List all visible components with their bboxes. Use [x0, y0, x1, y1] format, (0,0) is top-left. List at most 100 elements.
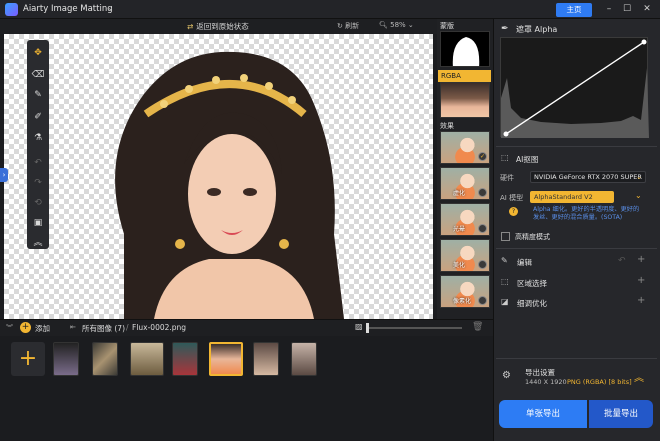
- check-icon: ✓: [478, 152, 487, 161]
- brush-tool-icon[interactable]: ✎: [31, 88, 45, 102]
- image-thumbnail[interactable]: [130, 342, 164, 376]
- image-thumbnail[interactable]: [172, 342, 198, 376]
- refine-icon: ◪: [501, 297, 509, 306]
- revert-button[interactable]: ⇄ 返回到原始状态: [187, 21, 249, 32]
- export-size: 1440 X 1920: [525, 378, 567, 386]
- eraser-tool-icon[interactable]: ⌫: [31, 68, 45, 82]
- undo-icon[interactable]: ↶: [31, 156, 45, 170]
- tool-palette: ✥ ⌫ ✎ ✐ ⚗ ↶ ↷ ⟲ ▣ ︽: [27, 40, 49, 249]
- radio-icon: [478, 224, 487, 233]
- chevron-down-icon[interactable]: ⌄: [107, 3, 114, 12]
- chevron-down-icon: ⌄: [636, 173, 642, 181]
- radio-icon: [478, 296, 487, 305]
- revert-icon: ⇄: [187, 22, 194, 31]
- zoom-control[interactable]: 🔍︎ 58% ⌄: [379, 21, 414, 29]
- app-title: Aiarty Image Matting: [23, 4, 113, 14]
- divider: [496, 146, 657, 147]
- collapse-handle-icon[interactable]: ›: [0, 168, 8, 182]
- back-arrow-icon[interactable]: ⇤: [70, 323, 76, 331]
- divider: [496, 248, 657, 249]
- collapse-tools-icon[interactable]: ︽: [31, 236, 45, 250]
- image-thumbnail[interactable]: [253, 342, 279, 376]
- restore-brush-icon[interactable]: ✐: [31, 110, 45, 124]
- crop-icon[interactable]: ▣: [31, 216, 45, 230]
- home-button[interactable]: 主页: [556, 3, 592, 17]
- minimize-icon[interactable]: –: [602, 2, 616, 16]
- export-settings-label[interactable]: 导出设置: [525, 367, 555, 378]
- image-size-icon: ▨: [355, 322, 363, 331]
- image-thumbnail[interactable]: [92, 342, 118, 376]
- effect-glow[interactable]: 光晕: [440, 203, 490, 236]
- refresh-button[interactable]: ↻ 刷新: [337, 21, 359, 31]
- effect-label: 光晕: [453, 226, 466, 233]
- edit-icon: ✎: [501, 256, 508, 265]
- revert-label: 返回到原始状态: [196, 22, 249, 31]
- reset-icon[interactable]: ⟲: [31, 196, 45, 210]
- title-bar: Aiarty Image Matting ⌄ 主页 – ☐ ✕: [0, 0, 660, 19]
- paint-bucket-icon[interactable]: ⚗: [31, 131, 45, 145]
- subject-image: [115, 51, 344, 319]
- chevron-down-icon: ⌄: [407, 21, 414, 29]
- effect-pixelate[interactable]: 像素化: [440, 275, 490, 308]
- canvas-toolbar: ⇄ 返回到原始状态 ↻ 刷新 🔍︎ 58% ⌄: [0, 19, 437, 34]
- zoom-icon: 🔍︎: [379, 21, 391, 29]
- hardware-select[interactable]: NVIDIA GeForce RTX 2070 SUPER ⌄: [530, 171, 646, 183]
- divider: [496, 358, 657, 359]
- image-thumbnail[interactable]: [291, 342, 317, 376]
- mask-thumbnail[interactable]: [440, 31, 490, 67]
- model-hint: Alpha 细化。更好的半透明度、更好的发丝、更好的混合质量。(SOTA): [533, 206, 640, 221]
- refine-section[interactable]: 细调优化: [517, 298, 547, 309]
- add-label[interactable]: 添加: [35, 323, 50, 334]
- rgba-thumbnail[interactable]: [440, 82, 490, 118]
- move-tool-icon[interactable]: ✥: [31, 46, 45, 60]
- hardware-value: NVIDIA GeForce RTX 2070 SUPER: [534, 173, 642, 181]
- current-filename: Flux-0002.png: [132, 323, 187, 332]
- export-format: PNG (RGBA) [8 bits]: [567, 378, 632, 386]
- model-select[interactable]: AlphaStandard V2: [530, 191, 614, 203]
- single-export-button[interactable]: 单张导出: [499, 400, 587, 428]
- image-canvas[interactable]: [4, 34, 433, 319]
- radio-icon: [478, 260, 487, 269]
- batch-export-button[interactable]: 批量导出: [589, 400, 653, 428]
- effect-label: 像素化: [453, 298, 472, 305]
- zoom-value: 58%: [390, 21, 406, 29]
- alpha-curve-editor[interactable]: [500, 37, 649, 138]
- add-icon[interactable]: +: [637, 254, 645, 265]
- edit-section[interactable]: 编辑: [517, 257, 532, 268]
- model-value: AlphaStandard V2: [534, 193, 593, 201]
- effect-none[interactable]: ✓: [440, 131, 490, 164]
- chevron-down-icon[interactable]: ⌄: [635, 191, 642, 200]
- region-section[interactable]: 区域选择: [517, 278, 547, 289]
- model-label: AI 模型: [500, 194, 524, 202]
- add-icon[interactable]: +: [637, 275, 645, 286]
- maximize-icon[interactable]: ☐: [620, 2, 634, 16]
- trash-icon[interactable]: 🗑︎: [472, 322, 483, 332]
- eyedropper-icon[interactable]: ✒: [501, 24, 509, 34]
- ai-section-title: AI抠图: [516, 155, 539, 164]
- image-thumbnail-selected[interactable]: [209, 342, 243, 376]
- close-icon[interactable]: ✕: [640, 2, 654, 16]
- effect-beautify[interactable]: 美化: [440, 239, 490, 272]
- export-settings-icon: ⚙: [502, 370, 511, 381]
- help-icon: ?: [509, 207, 518, 216]
- add-icon[interactable]: +: [637, 295, 645, 306]
- redo-icon[interactable]: ↷: [31, 176, 45, 190]
- layers-panel: 蒙版 RGBA 效果 ✓ 虚化 光晕 美化 像素化: [437, 19, 493, 319]
- collapse-icon[interactable]: ︾: [6, 323, 13, 333]
- refresh-label: 刷新: [345, 22, 360, 30]
- undo-icon[interactable]: ↶: [618, 256, 626, 266]
- filmstrip-header: ︾ + 添加 ⇤ 所有图像 (7) / Flux-0002.png ▨ 🗑︎: [0, 319, 493, 336]
- alpha-title: 遮罩 Alpha: [516, 25, 558, 34]
- high-precision-checkbox[interactable]: [501, 232, 510, 241]
- add-icon[interactable]: +: [20, 322, 31, 333]
- chevron-up-icon[interactable]: ︽: [634, 369, 644, 384]
- all-images-label[interactable]: 所有图像 (7): [82, 323, 125, 334]
- image-thumbnail[interactable]: [53, 342, 79, 376]
- effect-label: 虚化: [453, 190, 466, 197]
- rgba-label[interactable]: RGBA: [438, 70, 491, 82]
- radio-icon: [478, 188, 487, 197]
- slider-thumb[interactable]: [366, 323, 369, 333]
- thumbnail-size-slider[interactable]: [367, 327, 462, 329]
- effect-blur[interactable]: 虚化: [440, 167, 490, 200]
- add-image-button[interactable]: +: [11, 342, 45, 376]
